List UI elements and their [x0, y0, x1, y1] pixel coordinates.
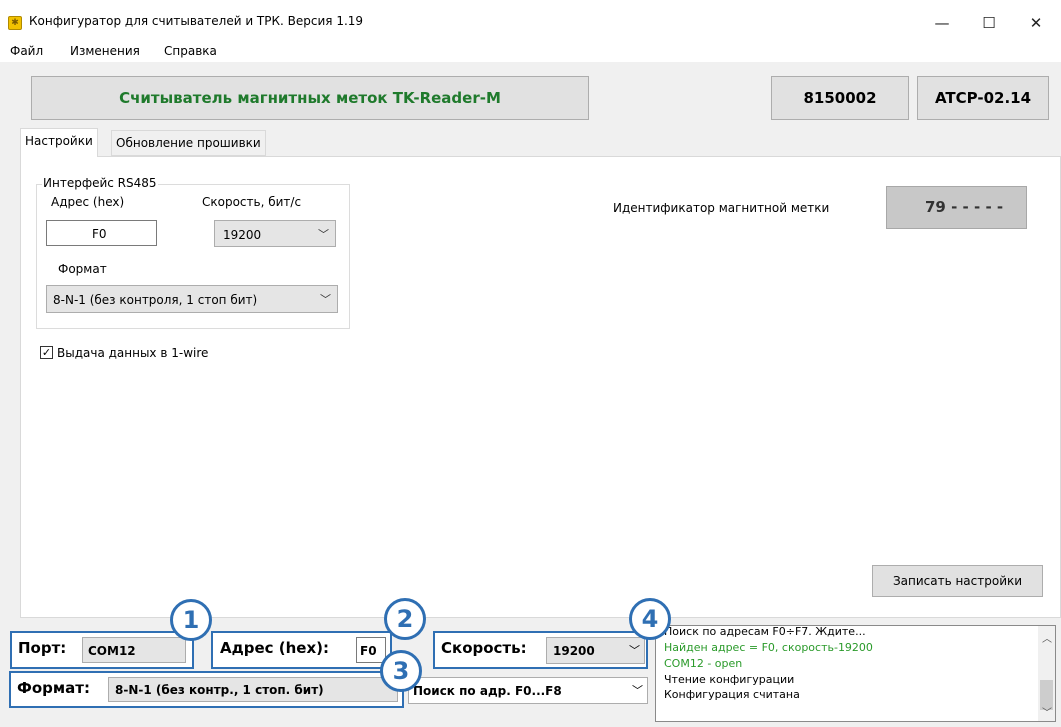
close-button[interactable]: ✕	[1013, 10, 1059, 36]
tab-firmware-update[interactable]: Обновление прошивки	[111, 130, 266, 156]
address-search-select[interactable]: Поиск по адр. F0...F8 ﹀	[408, 677, 648, 704]
log-line: COM12 - open	[664, 657, 743, 670]
firmware-version-button[interactable]: ATCP-02.14	[917, 76, 1049, 120]
callout-badge-3: 3	[380, 650, 422, 692]
port-select-value: COM12	[88, 644, 136, 658]
bottom-speed-label: Скорость:	[441, 639, 527, 657]
speed-label: Скорость, бит/с	[202, 195, 302, 209]
chevron-down-icon: ﹀	[629, 644, 640, 657]
format-select-value: 8-N-1 (без контроля, 1 стоп бит)	[53, 293, 258, 307]
chevron-down-icon: ﹀	[318, 228, 329, 241]
title-bar: ✱ Конфигуратор для считывателей и ТРК. В…	[0, 0, 1061, 40]
port-select[interactable]: COM12	[82, 637, 186, 663]
chevron-down-icon: ﹀	[320, 293, 331, 306]
callout-badge-4: 4	[629, 598, 671, 640]
tab-settings[interactable]: Настройки	[20, 128, 98, 157]
address-input-value: F0	[92, 227, 107, 241]
rs485-group-title: Интерфейс RS485	[42, 176, 158, 190]
menu-edit[interactable]: Изменения	[70, 44, 140, 58]
bottom-speed-select[interactable]: 19200 ﹀	[546, 637, 645, 664]
tag-id-label: Идентификатор магнитной метки	[613, 201, 830, 215]
callout-badge-2: 2	[384, 598, 426, 640]
speed-select-value: 19200	[223, 228, 262, 242]
address-input[interactable]: F0	[46, 220, 157, 246]
window-title: Конфигуратор для считывателей и ТРК. Вер…	[29, 14, 364, 28]
address-search-value: Поиск по адр. F0...F8	[413, 684, 562, 698]
minimize-button[interactable]: —	[919, 10, 965, 36]
log-scrollbar[interactable]: ︿ ﹀	[1038, 626, 1055, 721]
log-box[interactable]: Поиск по адресам F0÷F7. Ждите... Найден …	[655, 625, 1056, 722]
bottom-format-label: Формат:	[17, 679, 90, 697]
port-label: Порт:	[18, 639, 67, 657]
onewire-checkbox[interactable]: ✓	[40, 346, 53, 359]
maximize-button[interactable]: ☐	[966, 10, 1012, 36]
bottom-address-value: F0	[360, 644, 377, 658]
onewire-label: Выдача данных в 1-wire	[57, 346, 209, 360]
chevron-down-icon: ﹀	[632, 684, 643, 697]
bottom-address-input[interactable]: F0	[356, 637, 386, 663]
bottom-speed-value: 19200	[553, 644, 595, 658]
app-icon: ✱	[8, 16, 22, 30]
bottom-format-select[interactable]: 8-N-1 (без контр., 1 стоп. бит)	[108, 677, 398, 702]
log-line: Чтение конфигурации	[664, 673, 795, 686]
callout-badge-1: 1	[170, 599, 212, 641]
log-line: Конфигурация считана	[664, 688, 800, 701]
menu-help[interactable]: Справка	[164, 44, 217, 58]
tag-id-value: 79 - - - - -	[886, 186, 1027, 229]
format-label: Формат	[58, 262, 107, 276]
format-select[interactable]: 8-N-1 (без контроля, 1 стоп бит) ﹀	[46, 285, 338, 313]
scroll-down-icon[interactable]: ﹀	[1042, 704, 1052, 719]
scroll-up-icon[interactable]: ︿	[1042, 630, 1052, 645]
log-line: Найден адрес = F0, скорость-19200	[664, 641, 873, 654]
device-name-button[interactable]: Считыватель магнитных меток TK-Reader-M	[31, 76, 589, 120]
serial-number-button[interactable]: 8150002	[771, 76, 909, 120]
save-settings-button[interactable]: Записать настройки	[872, 565, 1043, 597]
address-label: Адрес (hex)	[51, 195, 125, 209]
bottom-format-value: 8-N-1 (без контр., 1 стоп. бит)	[115, 683, 324, 697]
menu-bar: Файл Изменения Справка	[0, 40, 1061, 62]
menu-file[interactable]: Файл	[10, 44, 43, 58]
speed-select[interactable]: 19200 ﹀	[214, 220, 336, 247]
log-line: Поиск по адресам F0÷F7. Ждите...	[664, 625, 866, 638]
bottom-address-label: Адрес (hex):	[220, 639, 329, 657]
